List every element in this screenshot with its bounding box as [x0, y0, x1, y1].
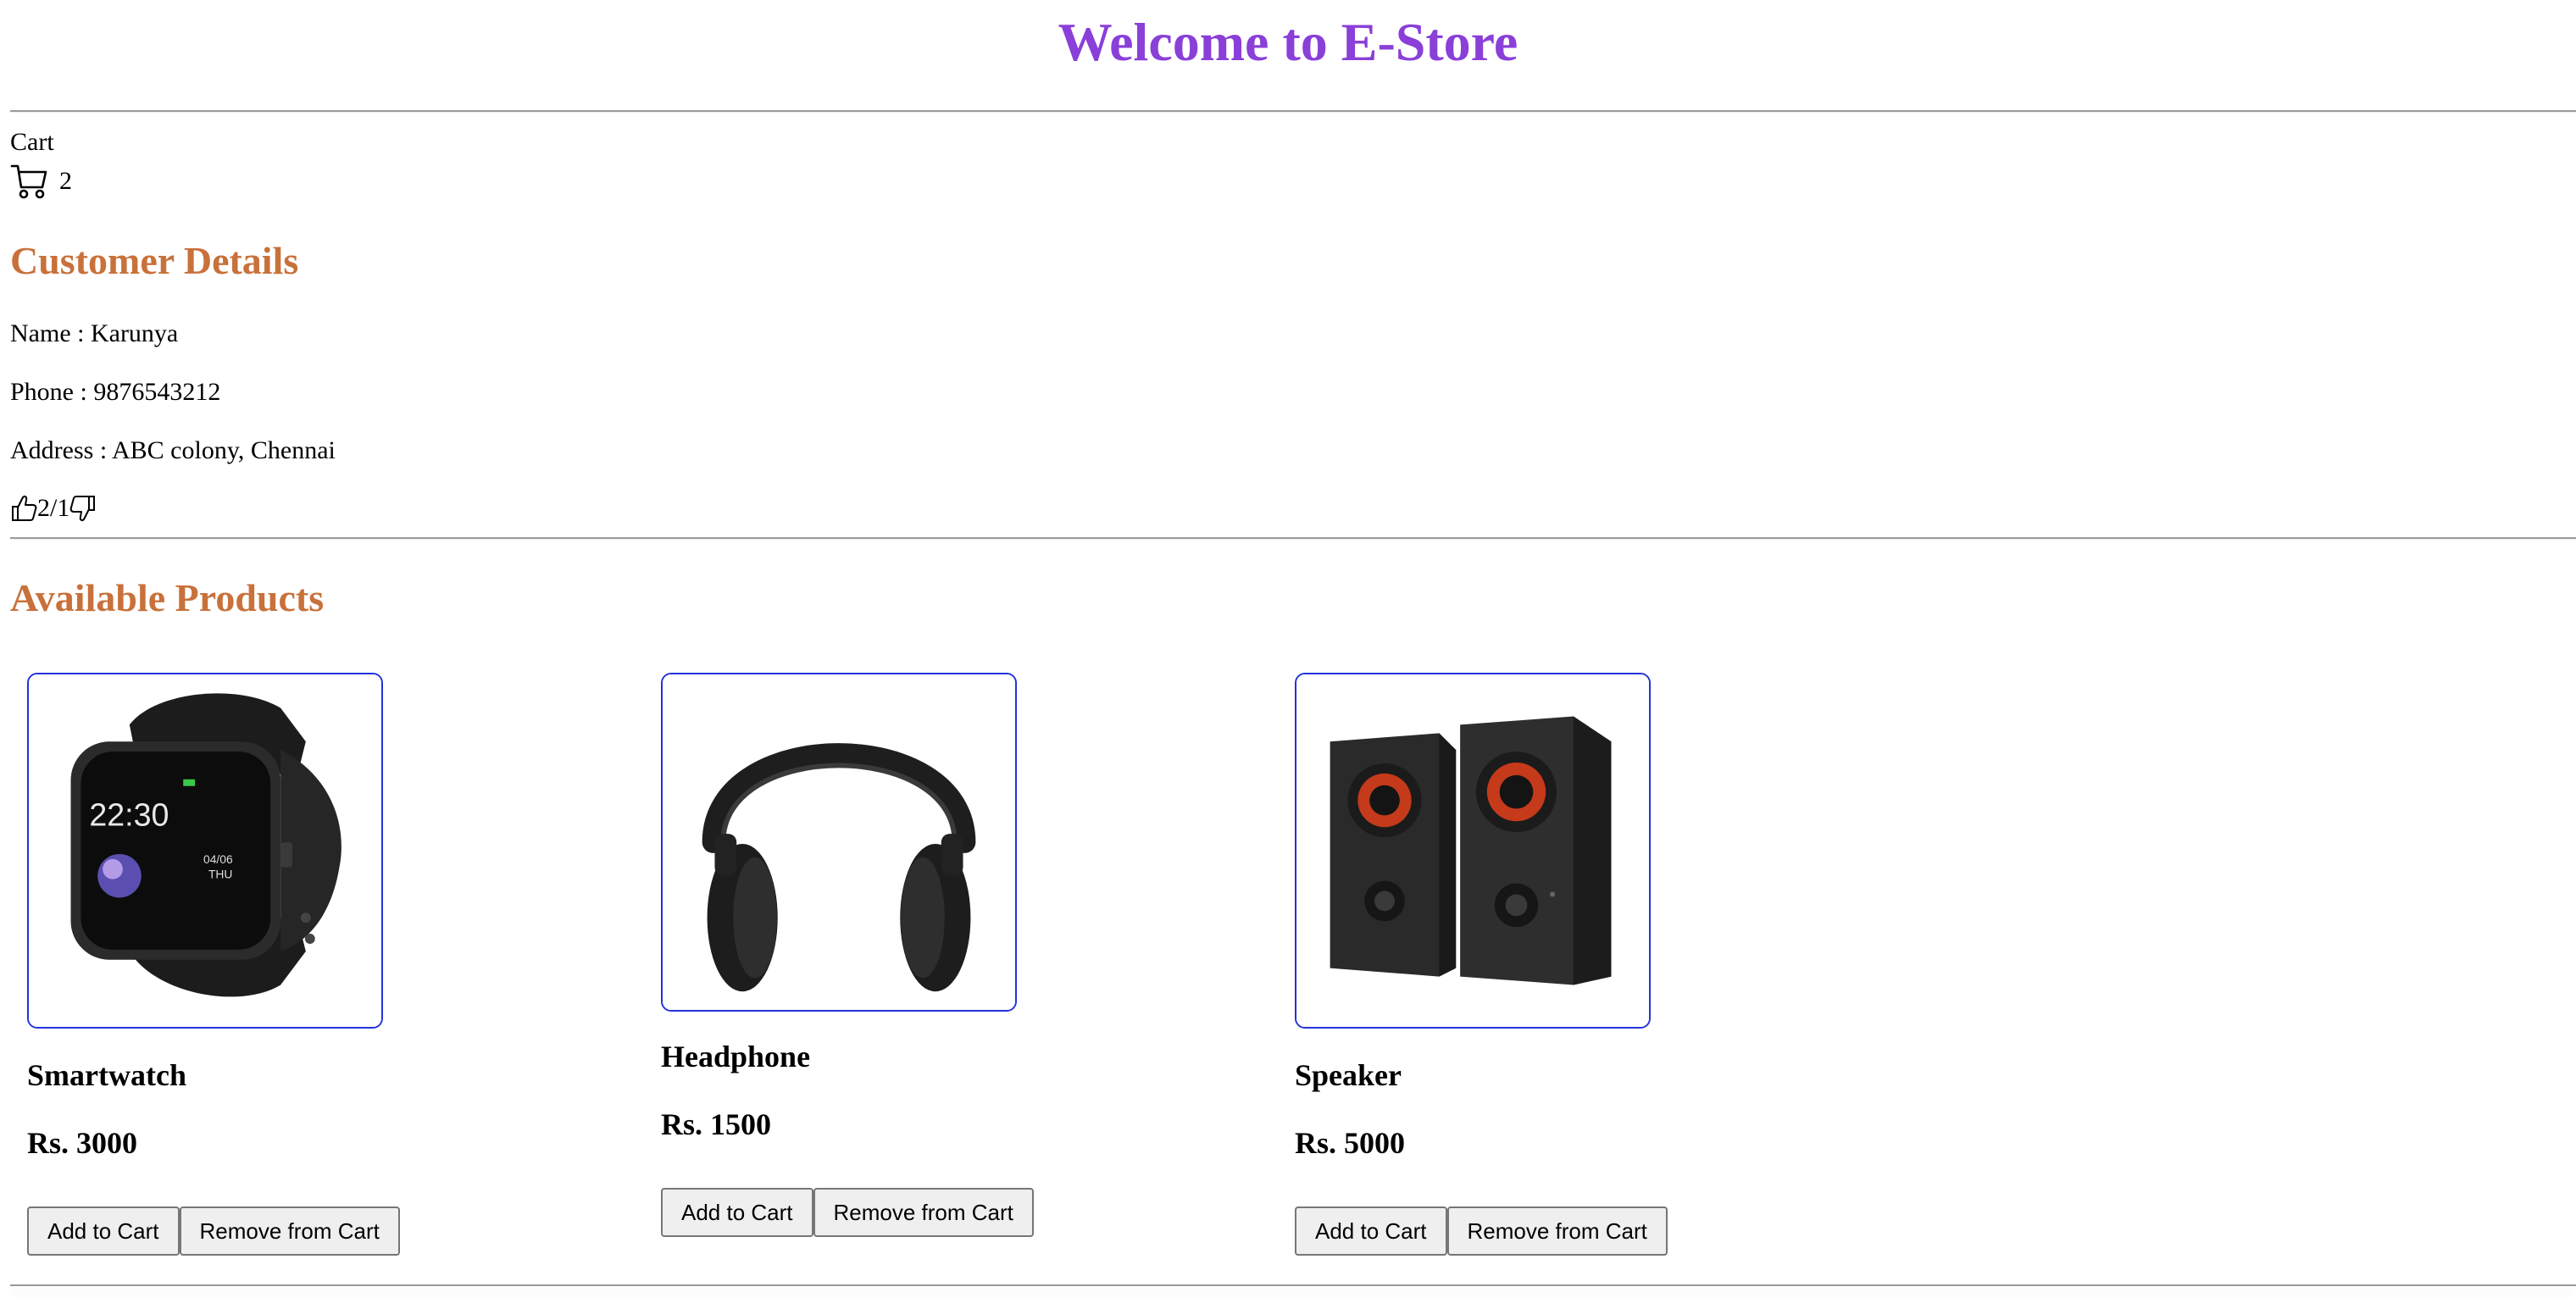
product-actions: Add to Cart Remove from Cart	[1295, 1206, 1668, 1256]
page-title: Welcome to E-Store	[1058, 12, 1518, 72]
product-name: Speaker	[1295, 1058, 1402, 1092]
likes-count: 2/1	[37, 494, 70, 522]
cart-indicator[interactable]: 2	[10, 161, 72, 202]
customer-details-heading: Customer Details	[10, 239, 299, 282]
thumbs-up-icon[interactable]	[10, 494, 37, 523]
svg-text:THU: THU	[208, 868, 232, 881]
cart-icon[interactable]	[10, 162, 49, 201]
header-divider	[10, 110, 2576, 113]
svg-text:04/06: 04/06	[203, 852, 233, 866]
available-products-heading: Available Products	[10, 576, 325, 619]
add-to-cart-button[interactable]: Add to Cart	[661, 1188, 813, 1237]
headphone-image	[661, 673, 1017, 1012]
product-actions: Add to Cart Remove from Cart	[661, 1188, 1034, 1237]
product-name: Smartwatch	[27, 1058, 186, 1092]
product-price: Rs. 5000	[1295, 1126, 1406, 1160]
svg-text:22:30: 22:30	[89, 796, 169, 832]
product-name: Headphone	[661, 1040, 811, 1073]
footer-divider	[10, 1284, 2576, 1286]
product-price: Rs. 1500	[661, 1107, 772, 1141]
product-price: Rs. 3000	[27, 1126, 138, 1160]
thumbs-down-icon[interactable]	[69, 494, 97, 523]
customer-name: Name : Karunya	[10, 319, 179, 347]
cart-count: 2	[59, 167, 72, 195]
remove-from-cart-button[interactable]: Remove from Cart	[813, 1188, 1034, 1237]
product-actions: Add to Cart Remove from Cart	[27, 1206, 400, 1256]
remove-from-cart-button[interactable]: Remove from Cart	[1446, 1206, 1668, 1256]
likes-dislikes: 2/1	[10, 490, 97, 527]
add-to-cart-button[interactable]: Add to Cart	[1295, 1206, 1447, 1256]
customer-address: Address : ABC colony, Chennai	[10, 436, 336, 464]
customer-phone: Phone : 9876543212	[10, 378, 221, 406]
add-to-cart-button[interactable]: Add to Cart	[27, 1206, 180, 1256]
speaker-image	[1295, 673, 1651, 1029]
cart-label: Cart	[10, 128, 54, 156]
section-divider	[10, 537, 2576, 540]
remove-from-cart-button[interactable]: Remove from Cart	[179, 1206, 400, 1256]
smartwatch-image: 22:30 04/06 THU	[27, 673, 383, 1029]
